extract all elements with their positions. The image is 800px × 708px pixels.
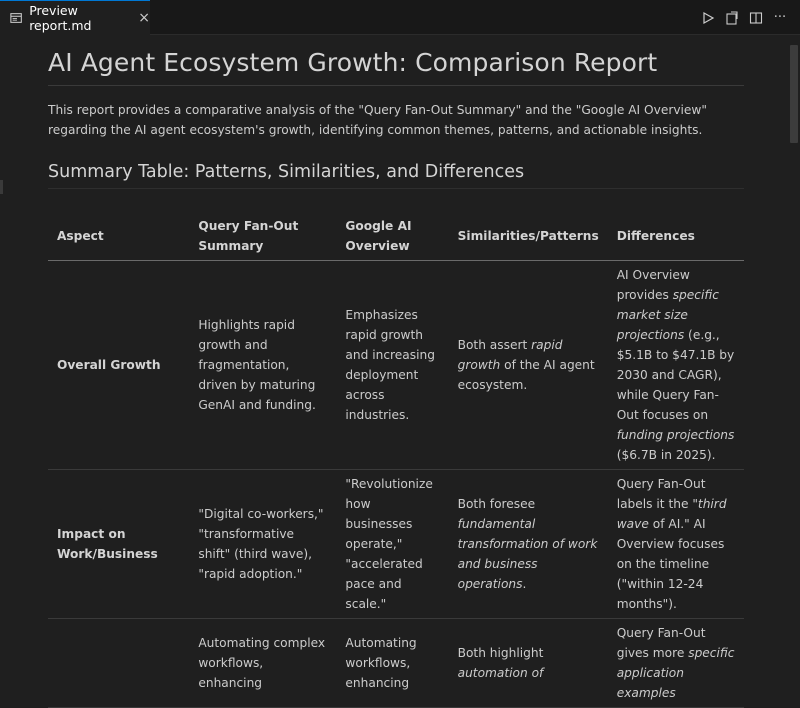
tab-label: Preview report.md [29,3,92,33]
more-actions-icon[interactable]: ··· [768,6,792,30]
editor-tab-bar: Preview report.md × ··· [0,0,800,35]
cell-query-fan-out: Automating complex workflows, enhancing [189,618,337,708]
close-icon[interactable]: × [138,11,150,25]
cell-google-ai: "Revolutionize how businesses operate," … [336,469,449,619]
cell-similarities: Both assert rapid growth of the AI agent… [448,260,608,470]
header-google-ai: Google AI Overview [336,206,449,261]
table-row: Impact on Work/Business "Digital co-work… [48,469,744,619]
cell-google-ai: Emphasizes rapid growth and increasing d… [336,260,449,470]
split-editor-icon[interactable] [744,6,768,30]
cell-google-ai: Automating workflows, enhancing [336,618,449,708]
run-icon[interactable] [696,6,720,30]
cell-aspect [48,618,190,708]
table-row: Overall Growth Highlights rapid growth a… [48,260,744,470]
editor-actions: ··· [696,0,792,35]
cell-similarities: Both highlight automation of [448,618,608,708]
cell-differences: Query Fan-Out labels it the "third wave … [607,469,744,619]
page-title: AI Agent Ecosystem Growth: Comparison Re… [48,48,744,86]
markdown-preview: AI Agent Ecosystem Growth: Comparison Re… [48,35,744,708]
vertical-scrollbar-thumb[interactable] [790,45,798,143]
cell-differences: AI Overview provides specific market siz… [607,260,744,470]
table-header-row: Aspect Query Fan-Out Summary Google AI O… [48,206,744,261]
cell-query-fan-out: Highlights rapid growth and fragmentatio… [189,260,337,470]
cell-query-fan-out: "Digital co-workers," "transformative sh… [189,469,337,619]
open-source-icon[interactable] [720,6,744,30]
tab-preview-report[interactable]: Preview report.md × [0,0,150,35]
cell-differences: Query Fan-Out gives more specific applic… [607,618,744,708]
cell-similarities: Both foresee fundamental transformation … [448,469,608,619]
intro-paragraph: This report provides a comparative analy… [48,103,707,137]
header-differences: Differences [607,206,744,261]
header-similarities: Similarities/Patterns [448,206,608,261]
sash-handle[interactable] [0,180,3,194]
cell-aspect: Overall Growth [48,260,190,470]
table-row: Automating complex workflows, enhancing … [48,618,744,708]
comparison-table: Aspect Query Fan-Out Summary Google AI O… [48,206,744,708]
header-aspect: Aspect [48,206,190,261]
preview-icon [10,13,22,23]
cell-aspect: Impact on Work/Business [48,469,190,619]
header-query-fan-out: Query Fan-Out Summary [189,206,337,261]
section-heading: Summary Table: Patterns, Similarities, a… [48,162,744,189]
